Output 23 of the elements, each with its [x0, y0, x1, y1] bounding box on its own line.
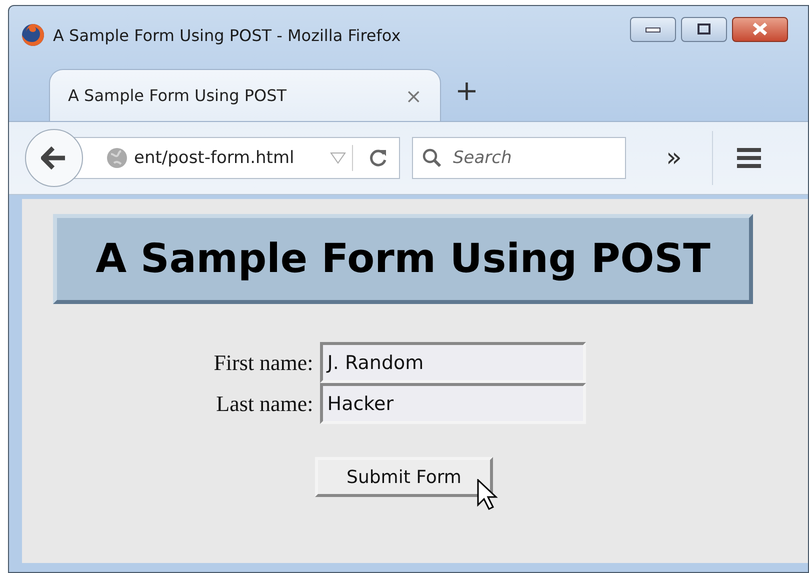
maximize-button[interactable]: [681, 16, 727, 42]
input-field[interactable]: Hacker: [320, 383, 586, 424]
minimize-button[interactable]: [630, 16, 676, 42]
overflow-button[interactable]: »: [654, 143, 694, 173]
close-icon: [752, 22, 768, 36]
field-label: First name:: [214, 350, 314, 376]
input-field[interactable]: J. Random: [320, 342, 586, 383]
tab-close-button[interactable]: ×: [405, 84, 422, 108]
window-title: A Sample Form Using POST - Mozilla Firefox: [53, 26, 402, 44]
cursor-icon: [477, 479, 499, 511]
new-tab-button[interactable]: +: [455, 74, 478, 107]
globe-icon: [106, 147, 128, 169]
menu-icon[interactable]: [735, 147, 763, 169]
field-label: Last name:: [215, 390, 314, 416]
back-arrow-icon: [41, 146, 67, 170]
close-button[interactable]: [732, 16, 788, 42]
submit-button[interactable]: Submit Form: [315, 457, 493, 497]
browser-logo-icon: [21, 23, 45, 47]
browser-tab[interactable]: A Sample Form Using POST ×: [49, 69, 441, 121]
search-field[interactable]: Search: [412, 137, 626, 179]
minimize-icon: [645, 25, 661, 33]
page-heading: A Sample Form Using POST: [53, 214, 753, 304]
maximize-icon: [697, 23, 711, 35]
